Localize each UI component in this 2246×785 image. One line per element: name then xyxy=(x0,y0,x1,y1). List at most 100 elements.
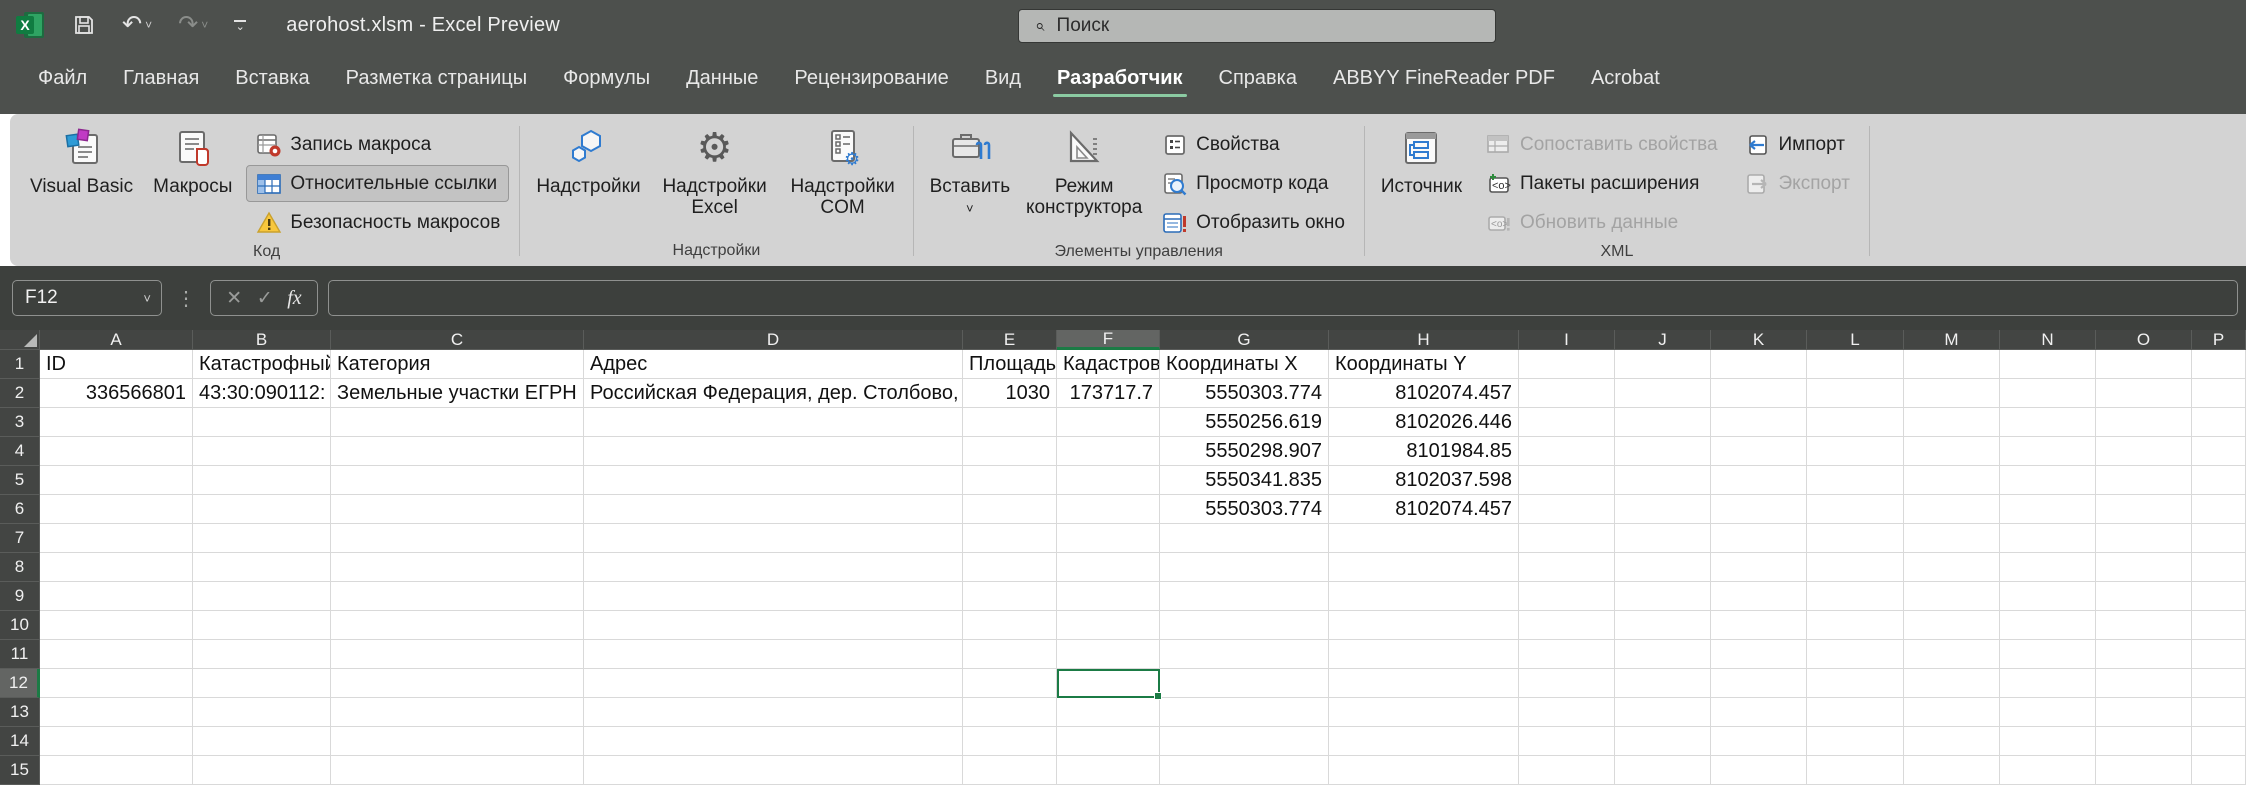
cell-F7[interactable] xyxy=(1057,524,1160,553)
formula-input[interactable] xyxy=(328,280,2238,316)
cell-A1[interactable]: ID xyxy=(40,350,193,379)
cell-C10[interactable] xyxy=(331,611,584,640)
cell-K8[interactable] xyxy=(1711,553,1807,582)
cell-D1[interactable]: Адрес xyxy=(584,350,963,379)
column-header-D[interactable]: D xyxy=(584,330,963,350)
cell-A10[interactable] xyxy=(40,611,193,640)
insert-controls-button[interactable]: Вставить ˅ xyxy=(924,124,1017,218)
tab-разработчик[interactable]: Разработчик xyxy=(1039,59,1201,102)
cell-F2[interactable]: 173717.7 xyxy=(1057,379,1160,408)
cell-D10[interactable] xyxy=(584,611,963,640)
macro-security-button[interactable]: Безопасность макросов xyxy=(246,204,509,241)
cell-F8[interactable] xyxy=(1057,553,1160,582)
tab-разметка-страницы[interactable]: Разметка страницы xyxy=(328,59,545,102)
cell-J9[interactable] xyxy=(1615,582,1711,611)
cell-G13[interactable] xyxy=(1160,698,1329,727)
cell-A15[interactable] xyxy=(40,756,193,785)
column-header-K[interactable]: K xyxy=(1711,330,1807,350)
cell-O7[interactable] xyxy=(2096,524,2192,553)
cell-P13[interactable] xyxy=(2192,698,2246,727)
excel-app-icon[interactable]: X xyxy=(16,10,46,40)
tab-главная[interactable]: Главная xyxy=(105,59,217,102)
tab-вставка[interactable]: Вставка xyxy=(217,59,327,102)
cell-F1[interactable]: Кадастровая xyxy=(1057,350,1160,379)
cell-F11[interactable] xyxy=(1057,640,1160,669)
cell-I15[interactable] xyxy=(1519,756,1615,785)
cell-L4[interactable] xyxy=(1807,437,1904,466)
cell-E8[interactable] xyxy=(963,553,1057,582)
cell-A13[interactable] xyxy=(40,698,193,727)
cell-P4[interactable] xyxy=(2192,437,2246,466)
enter-icon[interactable]: ✓ xyxy=(257,287,273,310)
column-header-B[interactable]: B xyxy=(193,330,331,350)
chevron-down-icon[interactable]: ˅ xyxy=(143,291,151,306)
cell-N14[interactable] xyxy=(2000,727,2096,756)
cell-B10[interactable] xyxy=(193,611,331,640)
tab-справка[interactable]: Справка xyxy=(1201,59,1315,102)
name-box[interactable]: F12 ˅ xyxy=(12,280,162,316)
row-header-14[interactable]: 14 xyxy=(0,727,40,756)
cell-F15[interactable] xyxy=(1057,756,1160,785)
cell-K11[interactable] xyxy=(1711,640,1807,669)
tab-рецензирование[interactable]: Рецензирование xyxy=(776,59,966,102)
relative-references-button[interactable]: Относительные ссылки xyxy=(246,165,509,202)
excel-addins-button[interactable]: ⚙ Надстройки Excel xyxy=(655,124,775,221)
cell-L15[interactable] xyxy=(1807,756,1904,785)
cell-K1[interactable] xyxy=(1711,350,1807,379)
cell-I8[interactable] xyxy=(1519,553,1615,582)
cell-M1[interactable] xyxy=(1904,350,2000,379)
cell-B3[interactable] xyxy=(193,408,331,437)
cell-M10[interactable] xyxy=(1904,611,2000,640)
column-header-E[interactable]: E xyxy=(963,330,1057,350)
cell-K2[interactable] xyxy=(1711,379,1807,408)
row-header-9[interactable]: 9 xyxy=(0,582,40,611)
cell-H7[interactable] xyxy=(1329,524,1519,553)
row-header-12[interactable]: 12 xyxy=(0,669,40,698)
cell-N11[interactable] xyxy=(2000,640,2096,669)
show-window-button[interactable]: Отобразить окно xyxy=(1152,204,1354,241)
cell-J14[interactable] xyxy=(1615,727,1711,756)
cell-E13[interactable] xyxy=(963,698,1057,727)
cell-P3[interactable] xyxy=(2192,408,2246,437)
insert-function-icon[interactable]: fx xyxy=(287,287,301,310)
cell-H15[interactable] xyxy=(1329,756,1519,785)
tab-acrobat[interactable]: Acrobat xyxy=(1573,59,1678,102)
cell-L10[interactable] xyxy=(1807,611,1904,640)
row-header-8[interactable]: 8 xyxy=(0,553,40,582)
cell-L11[interactable] xyxy=(1807,640,1904,669)
cell-P11[interactable] xyxy=(2192,640,2246,669)
cell-B8[interactable] xyxy=(193,553,331,582)
fill-handle[interactable] xyxy=(1154,692,1162,700)
cell-D9[interactable] xyxy=(584,582,963,611)
cell-J10[interactable] xyxy=(1615,611,1711,640)
cell-G1[interactable]: Координаты X xyxy=(1160,350,1329,379)
tab-данные[interactable]: Данные xyxy=(668,59,776,102)
row-header-3[interactable]: 3 xyxy=(0,408,40,437)
cell-D5[interactable] xyxy=(584,466,963,495)
column-header-H[interactable]: H xyxy=(1329,330,1519,350)
cell-L3[interactable] xyxy=(1807,408,1904,437)
cell-M2[interactable] xyxy=(1904,379,2000,408)
cell-C7[interactable] xyxy=(331,524,584,553)
cell-D7[interactable] xyxy=(584,524,963,553)
cell-I14[interactable] xyxy=(1519,727,1615,756)
cell-G5[interactable]: 5550341.835 xyxy=(1160,466,1329,495)
cell-K6[interactable] xyxy=(1711,495,1807,524)
cell-H10[interactable] xyxy=(1329,611,1519,640)
row-header-11[interactable]: 11 xyxy=(0,640,40,669)
cell-C4[interactable] xyxy=(331,437,584,466)
cell-B1[interactable]: Катастрофный xyxy=(193,350,331,379)
view-code-button[interactable]: Просмотр кода xyxy=(1152,165,1354,202)
cell-I5[interactable] xyxy=(1519,466,1615,495)
cell-E1[interactable]: Площадь xyxy=(963,350,1057,379)
cell-E4[interactable] xyxy=(963,437,1057,466)
cell-B7[interactable] xyxy=(193,524,331,553)
cell-E12[interactable] xyxy=(963,669,1057,698)
cancel-icon[interactable]: ✕ xyxy=(226,287,242,310)
cell-K5[interactable] xyxy=(1711,466,1807,495)
cell-E14[interactable] xyxy=(963,727,1057,756)
cell-K3[interactable] xyxy=(1711,408,1807,437)
cell-I3[interactable] xyxy=(1519,408,1615,437)
cell-O9[interactable] xyxy=(2096,582,2192,611)
column-header-C[interactable]: C xyxy=(331,330,584,350)
